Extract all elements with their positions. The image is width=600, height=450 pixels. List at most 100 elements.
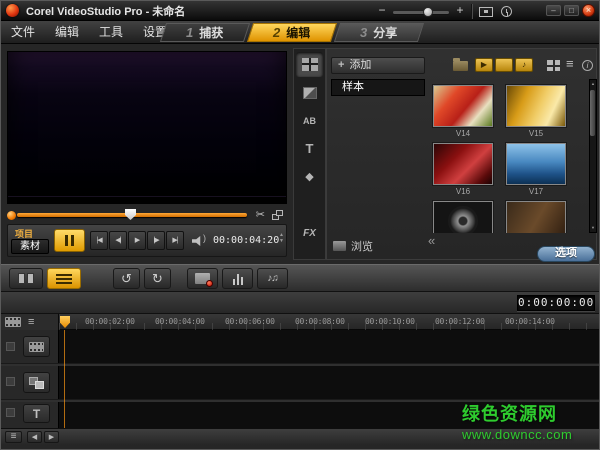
scroll-down-icon[interactable]: ▼ [590, 224, 596, 232]
track-film-icon[interactable] [5, 317, 21, 327]
browse-folder-icon [333, 241, 346, 251]
media-library-tab[interactable] [296, 52, 323, 77]
thumbnail-v14[interactable] [433, 85, 493, 127]
thumbnail-v15[interactable] [506, 85, 566, 127]
record-capture-button[interactable] [187, 268, 218, 289]
pause-button[interactable] [54, 229, 85, 252]
thumbnail-v16[interactable] [433, 143, 493, 185]
scroll-right-button[interactable]: ▶ [44, 431, 59, 443]
menu-tools[interactable]: 工具 [89, 21, 133, 43]
previous-frame-button[interactable]: ◀| [109, 231, 127, 250]
filter-video-button[interactable]: ▶ [475, 58, 493, 72]
undo-button[interactable]: ↺ [113, 268, 140, 289]
thumbnail-v17[interactable] [506, 143, 566, 185]
collapse-library-button[interactable]: « [428, 233, 435, 248]
graphic-library-tab[interactable]: ◆ [296, 164, 323, 189]
playhead-line [64, 330, 65, 428]
gallery-scrollbar-thumb[interactable] [590, 90, 595, 136]
thumbnail-v17-label: V17 [528, 187, 544, 196]
overlay-track-icon [29, 376, 44, 389]
title-library-tab[interactable]: T [296, 136, 323, 161]
window-title: Corel VideoStudio Pro - 未命名 [26, 5, 186, 18]
play-button[interactable]: ▶ [128, 231, 146, 250]
thumbnail-partial-disc[interactable] [433, 201, 493, 233]
scroll-left-button[interactable]: ◀ [27, 431, 42, 443]
timeline-icon [56, 273, 72, 284]
storyboard-view-button[interactable] [9, 268, 43, 289]
tab-edit[interactable]: 2 编辑 [246, 23, 338, 42]
fit-project-icon[interactable] [479, 7, 493, 17]
home-button[interactable]: |◀ [90, 231, 108, 250]
auto-music-button[interactable]: ♪ ♫ [257, 268, 288, 289]
folder-icon[interactable] [453, 58, 468, 71]
track-separator [1, 363, 599, 366]
timecode-spinner[interactable]: ▲ ▼ [279, 233, 284, 244]
filter-photo-button[interactable] [495, 58, 513, 72]
maximize-button[interactable]: □ [564, 5, 579, 16]
zoom-slider-handle[interactable] [423, 7, 433, 17]
add-folder-label: 添加 [349, 59, 372, 71]
video-track-state-icon[interactable] [6, 342, 15, 351]
title-track-state-icon[interactable] [6, 408, 15, 417]
watermark-url: www.downcc.com [462, 427, 573, 442]
cut-clip-button[interactable]: ✂ [256, 208, 265, 221]
options-button[interactable]: 选项 [537, 246, 595, 262]
overlay-track-state-icon[interactable] [6, 377, 15, 386]
filter-audio-button[interactable]: ♪ [515, 58, 533, 72]
track-manager-button[interactable]: ≡ [5, 431, 22, 443]
video-track-button[interactable] [23, 336, 50, 357]
thumbnail-v16-label: V16 [455, 187, 471, 196]
list-view-icon[interactable]: ≡ [566, 56, 574, 71]
playback-controls: 项目 素材 |◀ ◀| ▶ |▶ ▶| ) 00:00:04:20 ▲ ▼ [7, 224, 287, 257]
menu-file[interactable]: 文件 [1, 21, 45, 43]
trim-start-handle[interactable] [7, 211, 16, 220]
filter-library-tab[interactable]: FX [296, 221, 323, 246]
next-frame-button[interactable]: |▶ [147, 231, 165, 250]
tab-capture[interactable]: 1 捕获 [159, 23, 251, 42]
end-button[interactable]: ▶| [166, 231, 184, 250]
thumbnail-partial[interactable] [506, 201, 566, 233]
timecode-down-icon[interactable]: ▼ [279, 239, 284, 244]
zoom-slider[interactable] [393, 7, 449, 17]
scroll-up-icon[interactable]: ▲ [590, 80, 596, 88]
redo-button[interactable]: ↻ [144, 268, 171, 289]
title-t-icon: T [305, 141, 314, 156]
add-folder-button[interactable]: + 添加 [331, 57, 425, 74]
tab-edit-label: 编辑 [286, 26, 311, 40]
volume-icon[interactable] [192, 236, 201, 246]
zoom-divider [471, 4, 472, 19]
title-ab-library-tab[interactable]: AB [296, 108, 323, 133]
library-category-strip: AB T ◆ FX [293, 48, 326, 260]
duration-clock-icon[interactable] [501, 6, 512, 17]
browse-button[interactable]: 浏览 [333, 238, 373, 254]
app-window: Corel VideoStudio Pro - 未命名 – □ × 文件 编辑 … [0, 0, 600, 450]
note2-icon: ♫ [271, 273, 278, 284]
timeline-zoom-row [1, 292, 599, 314]
timeline-view-button[interactable] [47, 268, 81, 289]
zoom-out-button[interactable]: − [375, 4, 389, 18]
minimize-button[interactable]: – [546, 5, 561, 16]
workflow-steps: 1 捕获 2 编辑 3 分享 [159, 23, 425, 42]
title-track-button[interactable]: T [23, 404, 50, 423]
info-icon[interactable]: i [582, 60, 593, 71]
playhead-marker[interactable] [125, 209, 136, 220]
overlay-track-button[interactable] [23, 372, 50, 393]
sound-mixer-button[interactable] [222, 268, 253, 289]
transition-library-tab[interactable] [296, 80, 323, 105]
timeline-ruler[interactable]: ≡ 00:00:02:00 00:00:04:00 00:00:06:00 00… [1, 314, 599, 330]
close-button[interactable]: × [582, 4, 595, 17]
ruler-label: 00:00:06:00 [225, 317, 275, 326]
track-list-icon[interactable]: ≡ [28, 317, 34, 328]
volume-wave-icon: ) [203, 233, 206, 243]
watermark: 绿色资源网 www.downcc.com [462, 400, 572, 442]
tab-share-number: 3 [360, 25, 368, 40]
mode-clip-button[interactable]: 素材 [11, 239, 49, 254]
gallery-scrollbar[interactable]: ▲ ▼ [589, 79, 597, 233]
grid-view-icon[interactable] [547, 60, 560, 71]
library-folder-sample[interactable]: 样本 [331, 79, 425, 96]
tab-share[interactable]: 3 分享 [333, 23, 425, 42]
enlarge-preview-button[interactable] [272, 210, 283, 220]
menu-edit[interactable]: 编辑 [45, 21, 89, 43]
ruler-label: 00:00:12:00 [435, 317, 485, 326]
zoom-in-button[interactable]: + [453, 4, 467, 18]
